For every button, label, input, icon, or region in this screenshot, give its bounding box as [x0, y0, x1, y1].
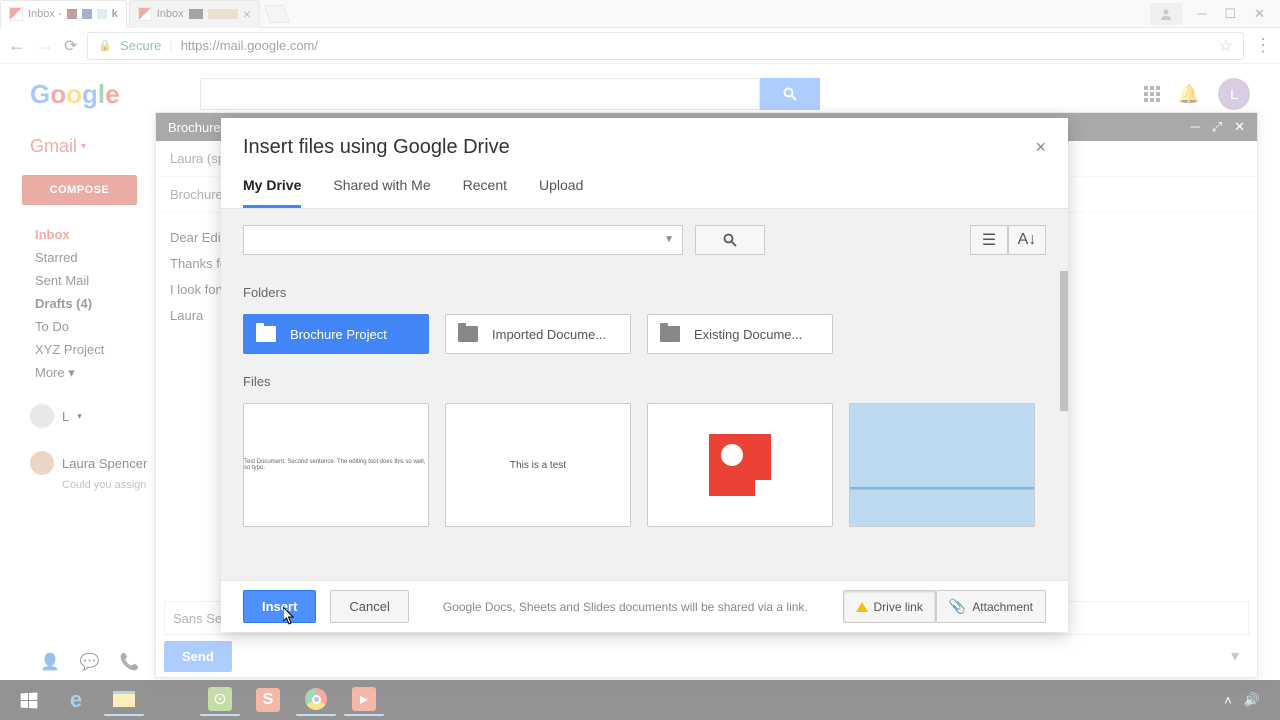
list-view-icon[interactable]: ☰ [970, 225, 1008, 255]
drive-search-button[interactable] [695, 225, 765, 255]
drive-link-button[interactable]: Drive link [843, 590, 936, 623]
paperclip-icon: 📎 [949, 598, 966, 615]
tab-recent[interactable]: Recent [463, 177, 507, 208]
folders-heading: Folders [243, 285, 1046, 300]
tab-upload[interactable]: Upload [539, 177, 583, 208]
cancel-button[interactable]: Cancel [330, 590, 408, 623]
file-card-1[interactable]: Test Document. Second sentence. The edit… [243, 403, 429, 527]
folder-icon [660, 326, 680, 342]
drive-search-input[interactable]: ▼ [243, 225, 683, 255]
drive-icon [856, 602, 868, 612]
folder-existing-documents[interactable]: Existing Docume... [647, 314, 833, 354]
modal-footer: Insert Cancel Google Docs, Sheets and Sl… [221, 580, 1068, 632]
drawing-thumb-icon [709, 434, 771, 496]
folder-icon [256, 326, 276, 342]
folder-brochure-project[interactable]: Brochure Project [243, 314, 429, 354]
drive-picker-modal: Insert files using Google Drive × My Dri… [221, 118, 1068, 632]
scrollbar[interactable] [1060, 271, 1068, 411]
close-modal-icon[interactable]: × [1035, 137, 1046, 158]
drive-content: Folders Brochure Project Imported Docume… [221, 271, 1068, 580]
sort-icon[interactable]: A↓ [1008, 225, 1046, 255]
tab-shared[interactable]: Shared with Me [333, 177, 430, 208]
file-card-2[interactable]: This is a test [445, 403, 631, 527]
folder-icon [458, 326, 478, 342]
insert-button[interactable]: Insert [243, 590, 316, 623]
share-note: Google Docs, Sheets and Slides documents… [443, 600, 808, 614]
folder-imported-documents[interactable]: Imported Docume... [445, 314, 631, 354]
file-card-4[interactable] [849, 403, 1035, 527]
dropdown-caret-icon[interactable]: ▼ [664, 234, 674, 245]
files-heading: Files [243, 374, 1046, 389]
drive-tabs: My Drive Shared with Me Recent Upload [221, 159, 1068, 209]
tab-my-drive[interactable]: My Drive [243, 177, 301, 208]
file-card-3[interactable] [647, 403, 833, 527]
modal-title: Insert files using Google Drive [243, 136, 510, 159]
map-thumb-icon [850, 404, 1034, 526]
attachment-button[interactable]: 📎 Attachment [936, 590, 1046, 623]
search-icon [723, 233, 737, 247]
